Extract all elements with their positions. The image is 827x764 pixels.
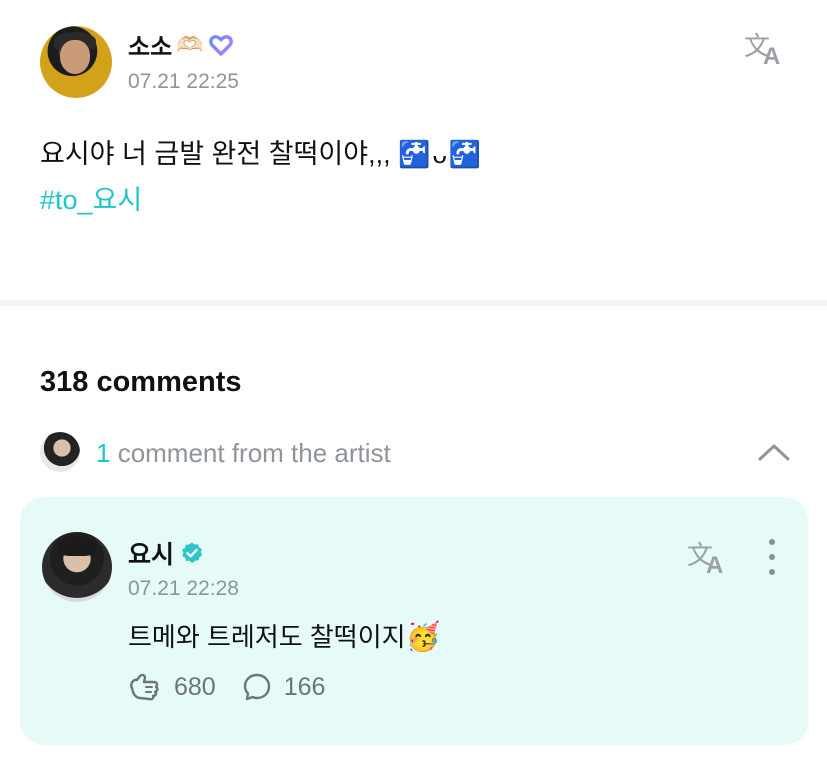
avatar-face [60,40,90,74]
post: 소소 🫶🏻 07.21 22:25 文 A 요시야 너 금발 완전 찰떡이야,,… [0,0,827,300]
post-timestamp: 07.21 22:25 [128,70,239,93]
artist-comments-summary: 1 comment from the artist [96,438,391,469]
more-dot [769,569,775,575]
translate-icon[interactable]: 文 A [686,537,732,577]
heart-hands-icon: 🫶🏻 [176,31,204,57]
reply-button[interactable]: 166 [242,672,326,702]
faucet-face-emoji: 🚰ᴗ🚰 [398,139,484,169]
comments-count: 318 comments [40,366,242,398]
artist-comment-timestamp: 07.21 22:28 [128,577,239,600]
like-count: 680 [174,672,216,701]
collapse-button[interactable] [756,438,792,466]
svg-text:A: A [706,552,723,577]
artist-comment-label: comment from the artist [110,438,391,468]
svg-text:A: A [763,43,780,68]
more-dot [769,539,775,545]
section-divider [0,300,827,306]
post-hashtag[interactable]: #to_요시 [40,178,142,217]
post-author-avatar[interactable] [40,26,112,98]
party-face-emoji: 🥳 [405,621,441,652]
post-text-row: 요시야 너 금발 완전 찰떡이야,,, 🚰ᴗ🚰 [40,132,483,171]
reply-icon [243,673,270,701]
artist-comments-toggle-row[interactable]: 1 comment from the artist [40,432,800,474]
artist-name-row[interactable]: 요시 [128,535,204,571]
more-icon[interactable] [760,539,784,575]
artist-comment-text-row: 트메와 트레저도 찰떡이지🥳 [128,617,440,654]
artist-name[interactable]: 요시 [128,535,174,571]
weverse-post-page: 소소 🫶🏻 07.21 22:25 文 A 요시야 너 금발 완전 찰떡이야,,… [0,0,827,764]
post-author-name-row[interactable]: 소소 🫶🏻 [128,27,234,62]
artist-comment-text: 트메와 트레저도 찰떡이지 [128,622,406,652]
artist-comment-avatar[interactable] [42,532,112,602]
like-icon [130,673,159,701]
artist-avatar-small [40,432,80,472]
membership-heart-icon [208,34,233,56]
comment-actions: 680 166 [128,672,351,702]
verified-badge-icon [182,542,203,563]
post-author-name[interactable]: 소소 [128,27,172,62]
more-dot [769,554,775,560]
reply-count: 166 [283,672,326,701]
chevron-up-icon [758,444,790,461]
artist-comment-count: 1 [96,438,111,468]
post-text: 요시야 너 금발 완전 찰떡이야,,, [40,139,399,169]
like-button[interactable]: 680 [128,672,216,702]
translate-icon[interactable]: 文 A [743,28,789,68]
artist-comment-card: 요시 07.21 22:28 文 A 트메와 트레저도 찰떡이지🥳 680 16… [20,497,808,745]
avatar-hair [58,536,96,556]
